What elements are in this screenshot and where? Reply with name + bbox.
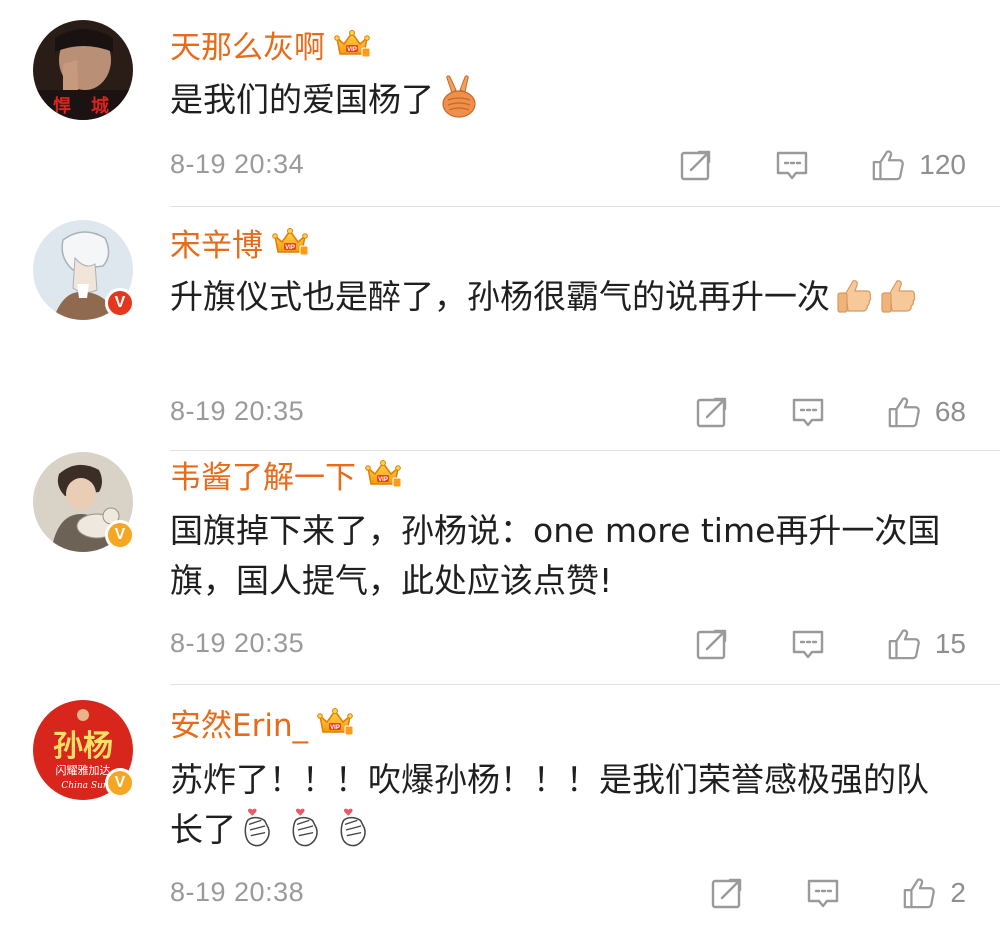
comment-actions: 15 (695, 624, 966, 664)
svg-text:悍: 悍 (53, 95, 71, 117)
vip-crown-icon (316, 706, 354, 738)
username[interactable]: 安然Erin_ (170, 700, 308, 745)
share-icon[interactable] (679, 148, 713, 182)
divider (170, 684, 1000, 685)
avatar[interactable]: V (33, 452, 135, 552)
verified-badge-icon: V (105, 520, 135, 550)
finger-heart-emoji-icon (240, 807, 274, 849)
reply-icon[interactable] (791, 627, 825, 661)
thumbs-up-emoji-icon (878, 276, 918, 316)
victory-hand-emoji-icon (438, 75, 482, 119)
comment-text-content: 苏炸了！！！吹爆孙杨！！！是我们荣誉感极强的队长了 (170, 760, 929, 849)
reply-icon[interactable] (775, 148, 809, 182)
vip-crown-icon (271, 226, 309, 258)
comment-text-content: 是我们的爱国杨了 (170, 80, 434, 119)
vip-crown-icon (333, 28, 371, 60)
like-count: 120 (919, 149, 966, 180)
share-icon[interactable] (710, 876, 744, 910)
finger-heart-emoji-icon (288, 807, 322, 849)
avatar-text-main: 孙杨 (53, 729, 113, 764)
comment-actions: 68 (695, 392, 966, 432)
avatar[interactable]: V (33, 220, 135, 320)
comment-text-content: 升旗仪式也是醉了，孙杨很霸气的说再升一次 (170, 277, 830, 316)
thumbs-up-emoji-icon (834, 276, 874, 316)
comment-text: 升旗仪式也是醉了，孙杨很霸气的说再升一次 (170, 272, 960, 322)
avatar-text-en: China Sun (61, 781, 109, 791)
verified-badge-icon: V (105, 768, 135, 798)
vip-crown-icon (364, 458, 402, 490)
like-icon[interactable] (887, 395, 921, 429)
finger-heart-emoji-icon (336, 807, 370, 849)
username[interactable]: 宋辛博 (170, 220, 263, 265)
comment-timestamp: 8-19 20:35 (170, 628, 305, 658)
comment-timestamp: 8-19 20:38 (170, 877, 305, 907)
comment-timestamp: 8-19 20:35 (170, 396, 305, 426)
like-icon[interactable] (902, 876, 936, 910)
username[interactable]: 天那么灰啊 (170, 22, 325, 67)
comment-text: 苏炸了！！！吹爆孙杨！！！是我们荣誉感极强的队长了 (170, 755, 950, 855)
like-count: 15 (934, 628, 966, 659)
like-count: 2 (950, 877, 966, 908)
avatar[interactable]: 悍 城 (33, 20, 133, 120)
like-icon[interactable] (887, 627, 921, 661)
username[interactable]: 韦酱了解一下 (170, 452, 356, 497)
like-count: 68 (934, 396, 966, 427)
comment-text-content: 国旗掉下来了，孙杨说：one more time再升一次国旗，国人提气，此处应该… (170, 511, 941, 600)
comment-actions: 2 (710, 873, 966, 913)
comment-actions: 120 (679, 145, 966, 185)
comment-text: 是我们的爱国杨了 (170, 75, 960, 125)
comment-text: 国旗掉下来了，孙杨说：one more time再升一次国旗，国人提气，此处应该… (170, 506, 970, 606)
avatar-text-sub: 闪耀雅加达 (56, 763, 111, 777)
avatar[interactable]: 孙杨 闪耀雅加达 China Sun V (33, 700, 135, 800)
divider (170, 206, 1000, 207)
share-icon[interactable] (695, 395, 729, 429)
avatar-image: 悍 城 (33, 20, 133, 120)
reply-icon[interactable] (791, 395, 825, 429)
like-icon[interactable] (871, 148, 905, 182)
verified-badge-icon: V (105, 288, 135, 318)
svg-text:城: 城 (91, 95, 109, 117)
share-icon[interactable] (695, 627, 729, 661)
reply-icon[interactable] (806, 876, 840, 910)
comment-timestamp: 8-19 20:34 (170, 149, 305, 179)
